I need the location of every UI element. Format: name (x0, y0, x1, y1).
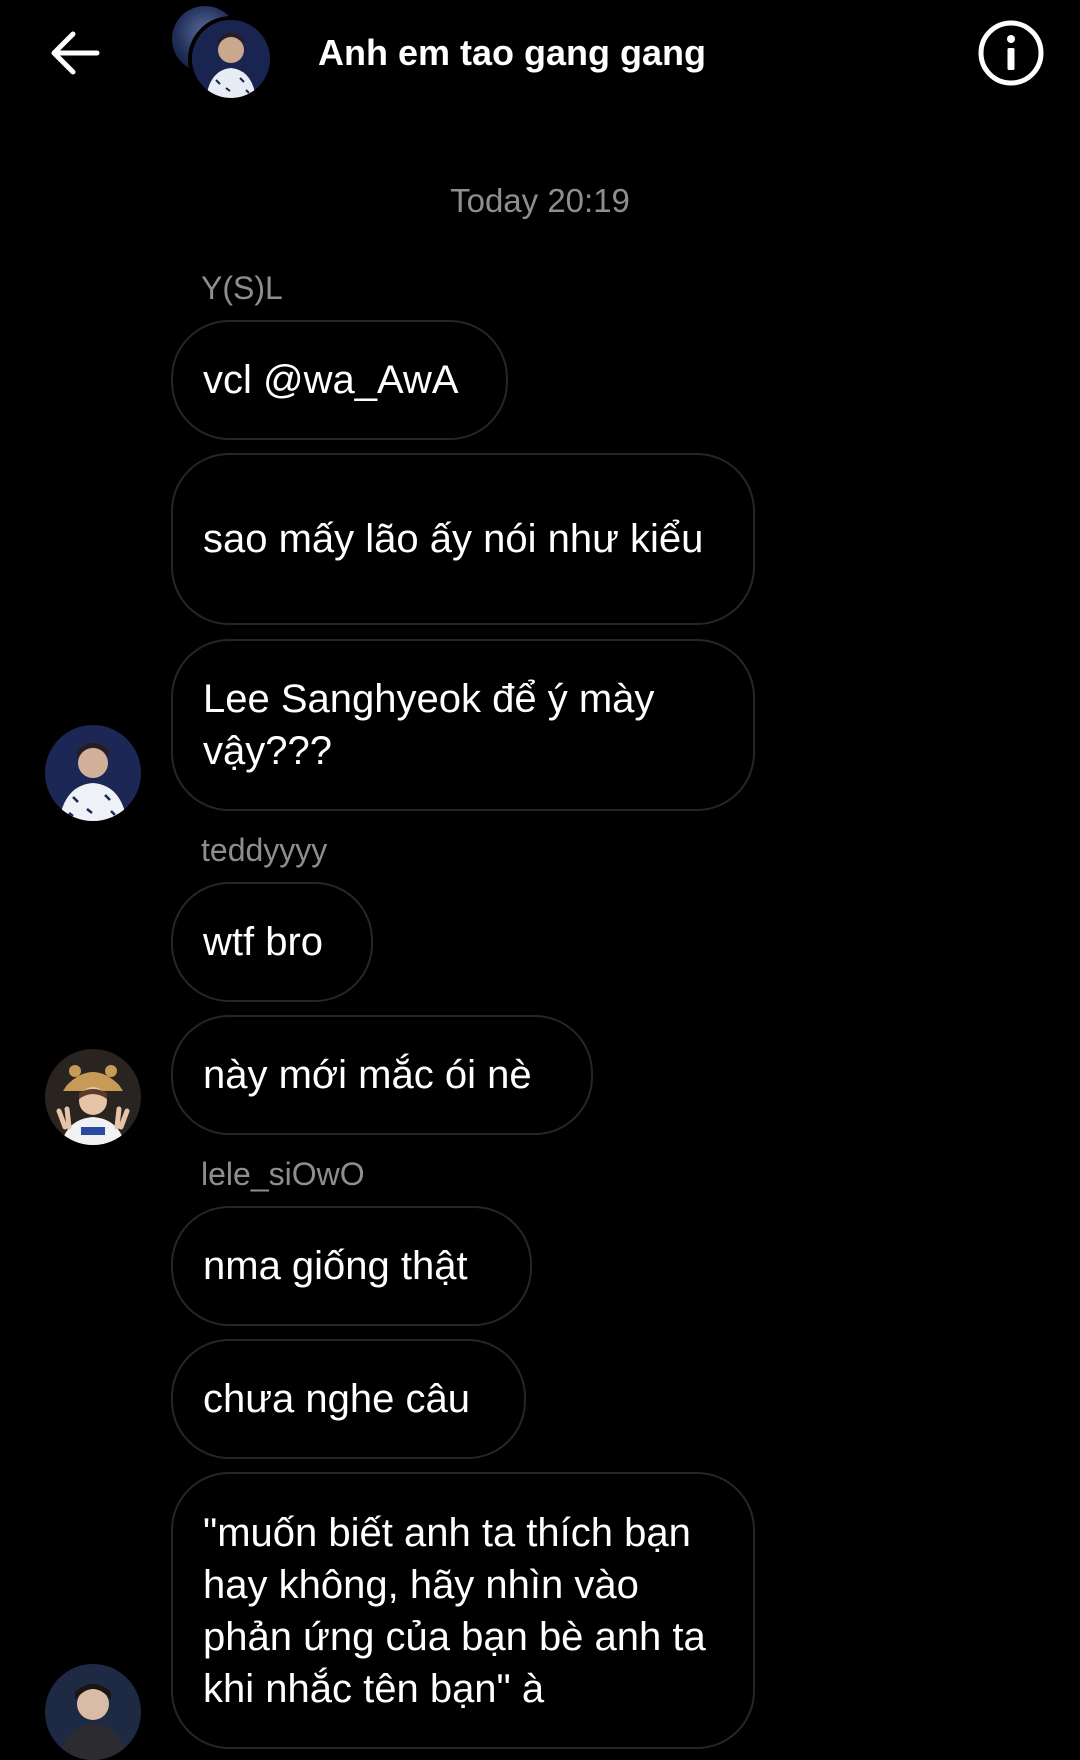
message-bubble[interactable]: Lee Sanghyeok để ý mày vậy??? (171, 639, 755, 811)
message-text: sao mấy lão ấy nói như kiểu (203, 517, 704, 561)
sender-name: lele_siOwO (201, 1156, 365, 1192)
message-bubble[interactable]: wtf bro (171, 882, 373, 1002)
message-text: vcl @wa_AwA (203, 358, 459, 402)
info-button[interactable] (976, 18, 1046, 88)
message-text: Lee Sanghyeok để ý mày vậy??? (203, 677, 655, 773)
avatar[interactable] (45, 1664, 141, 1760)
message-text: nma giống thật (203, 1244, 468, 1288)
message-bubble[interactable]: chưa nghe câu (171, 1339, 526, 1459)
chat-header: Anh em tao gang gang (0, 0, 1080, 110)
message-bubble[interactable]: sao mấy lão ấy nói như kiểu (171, 453, 755, 625)
message-bubble[interactable]: vcl @wa_AwA (171, 320, 508, 440)
message-text: này mới mắc ói nè (203, 1053, 532, 1097)
chat-title[interactable]: Anh em tao gang gang (318, 30, 706, 76)
message-bubble[interactable]: này mới mắc ói nè (171, 1015, 593, 1135)
group-avatar-front (188, 16, 274, 102)
message-text: chưa nghe câu (203, 1377, 470, 1421)
message-text: wtf bro (203, 920, 324, 964)
back-button[interactable] (40, 22, 110, 84)
avatar[interactable] (45, 725, 141, 821)
avatar[interactable] (45, 1049, 141, 1145)
sender-name: Y(S)L (201, 270, 283, 306)
group-avatar[interactable] (172, 0, 282, 104)
message-bubble[interactable]: "muốn biết anh ta thích bạn hay không, h… (171, 1472, 755, 1749)
message-timestamp: Today 20:19 (450, 182, 630, 219)
message-text: "muốn biết anh ta thích bạn hay không, h… (203, 1510, 706, 1711)
sender-name: teddyyyy (201, 832, 328, 868)
arrow-left-icon (51, 31, 100, 75)
info-circle-icon (978, 20, 1044, 86)
message-bubble[interactable]: nma giống thật (171, 1206, 532, 1326)
